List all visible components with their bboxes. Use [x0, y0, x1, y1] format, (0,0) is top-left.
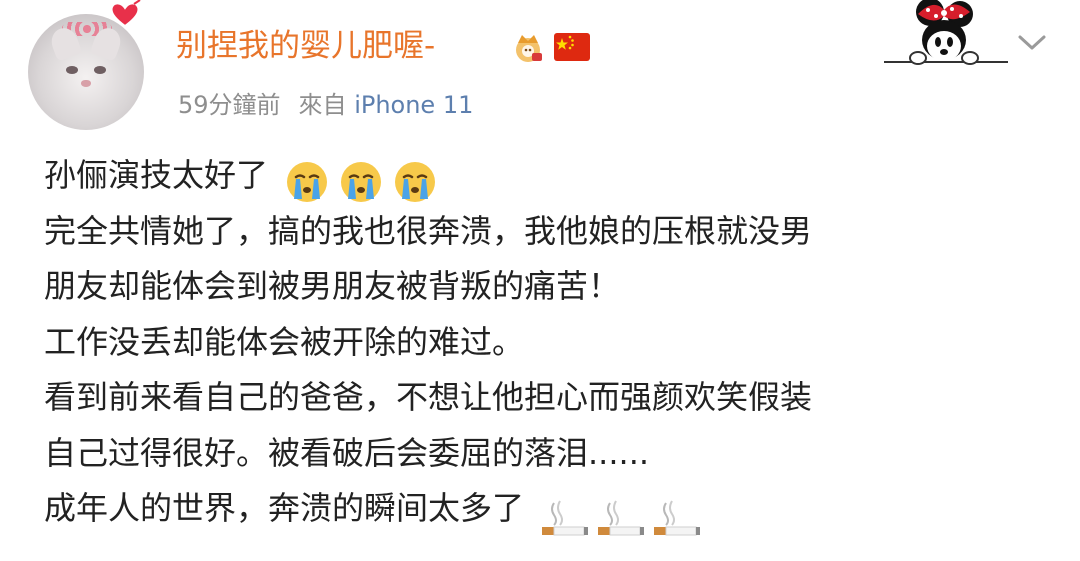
cigarette-emoji-icon [542, 500, 589, 536]
post-line-text: 工作没丢却能体会被开除的难过。 [44, 322, 525, 361]
post-line: 自己过得很好。被看破后会委屈的落泪...... [44, 426, 1054, 482]
cigarette-emoji-icon [654, 500, 701, 536]
crown-vip-badge-icon[interactable] [510, 31, 546, 63]
post-line: 完全共情她了，搞的我也很奔溃，我他娘的压根就没男 [44, 204, 1054, 260]
post-line: 工作没丢却能体会被开除的难过。 [44, 315, 1054, 371]
crying-face-emoji-icon [341, 162, 382, 202]
author-name[interactable]: 别捏我的婴儿肥喔- [176, 26, 435, 66]
post-meta: 59分鐘前 來自 iPhone 11 [178, 88, 473, 122]
cigarette-emoji-icon [598, 500, 645, 536]
heart-icon [110, 0, 141, 28]
crying-face-emoji-icon [395, 162, 436, 202]
cigarette-emoji-group [540, 490, 708, 536]
post-line-text: 成年人的世界，奔溃的瞬间太多了 [44, 489, 525, 527]
post-line: 看到前来看自己的爸爸，不想让他担心而强颜欢笑假装 [44, 370, 1054, 426]
crying-emoji-group [284, 153, 446, 202]
cat-eye-left [66, 66, 78, 74]
post-line-text: 自己过得很好。被看破后会委屈的落泪...... [44, 433, 650, 472]
post-line-text: 完全共情她了，搞的我也很奔溃，我他娘的压根就没男 [44, 211, 813, 250]
avatar[interactable] [28, 14, 144, 130]
post-line: 成年人的世界，奔溃的瞬间太多了 [44, 481, 1054, 537]
post-device[interactable]: iPhone 11 [354, 91, 473, 119]
post-line: 朋友却能体会到被男朋友被背叛的痛苦！ [44, 259, 1054, 315]
post-source-label: 來自 [298, 91, 347, 119]
post-content: 孙俪演技太好了 完全共情她了，搞的我也很奔溃，我他娘的压根就没男 朋友却能体会到… [44, 148, 1054, 537]
post-line-text: 看到前来看自己的爸爸，不想让他担心而强颜欢笑假装 [44, 378, 813, 416]
chevron-down-icon[interactable] [1014, 28, 1050, 56]
minnie-mouse-peeking-icon [884, 0, 1008, 65]
crying-face-emoji-icon [287, 162, 328, 202]
post-line: 孙俪演技太好了 [44, 148, 1054, 204]
cat-nose [81, 80, 91, 87]
china-flag-icon [554, 33, 590, 61]
post-line-text: 孙俪演技太好了 [44, 156, 269, 194]
cat-eye-right [94, 66, 106, 74]
post-time: 59分鐘前 [178, 91, 281, 119]
post-line-text: 朋友却能体会到被男朋友被背叛的痛苦！ [44, 267, 621, 305]
